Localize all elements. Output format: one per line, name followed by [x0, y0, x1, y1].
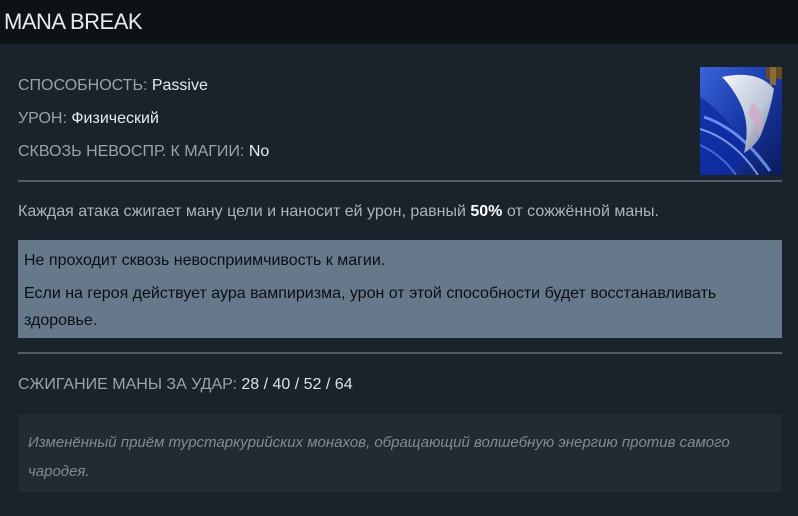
description-prefix: Каждая атака сжигает ману цели и наносит…	[18, 203, 466, 220]
ability-tooltip: MANA BREAK СПОСОБНОСТЬ: Passive УРОН: Фи…	[0, 0, 798, 516]
pierce-immunity-value: No	[248, 143, 270, 160]
damage-type-label: УРОН:	[18, 110, 67, 127]
mana-burn-label: СЖИГАНИЕ МАНЫ ЗА УДАР:	[18, 376, 237, 393]
description-suffix: от сожжённой маны.	[506, 203, 659, 220]
title-bar: MANA BREAK	[0, 0, 798, 44]
pierce-immunity-row: СКВОЗЬ НЕВОСПР. К МАГИИ: No	[18, 143, 269, 161]
pierce-immunity-label: СКВОЗЬ НЕВОСПР. К МАГИИ:	[18, 143, 245, 160]
mana-burn-values: 28 / 40 / 52 / 64	[241, 376, 353, 393]
ability-type-row: СПОСОБНОСТЬ: Passive	[18, 77, 208, 95]
lore-text: Изменённый приём турстаркурийских монахо…	[28, 434, 730, 480]
ability-type-value: Passive	[151, 77, 208, 94]
damage-type-value: Физический	[71, 110, 159, 127]
lore-box: Изменённый приём турстаркурийских монахо…	[18, 414, 782, 492]
ability-type-label: СПОСОБНОСТЬ:	[18, 77, 148, 94]
description-highlight: 50%	[470, 203, 503, 220]
mana-break-ability-icon	[700, 67, 782, 175]
note-line: Не проходит сквозь невосприимчивость к м…	[24, 252, 386, 269]
damage-type-row: УРОН: Физический	[18, 110, 159, 128]
ability-title: MANA BREAK	[4, 9, 143, 34]
section-divider-bottom	[18, 352, 782, 354]
mana-burn-row: СЖИГАНИЕ МАНЫ ЗА УДАР: 28 / 40 / 52 / 64	[18, 376, 353, 394]
note-line: Если на героя действует аура вампиризма,…	[24, 285, 717, 302]
ability-notes-box: Не проходит сквозь невосприимчивость к м…	[18, 240, 782, 338]
section-divider-top	[18, 180, 782, 182]
note-line: здоровье.	[24, 312, 98, 329]
ability-description: Каждая атака сжигает ману цели и наносит…	[18, 203, 659, 221]
